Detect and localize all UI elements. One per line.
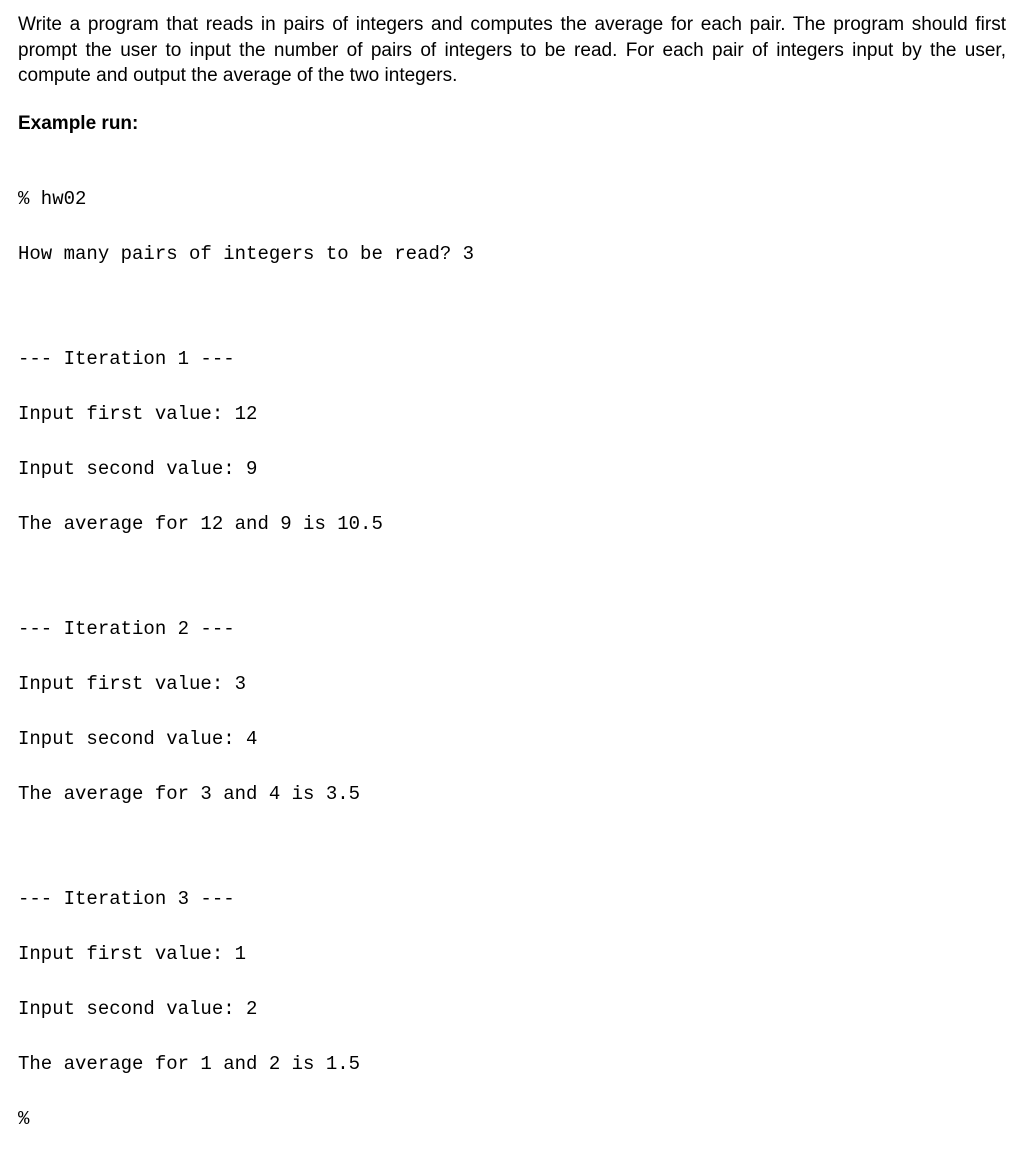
terminal-line: The average for 12 and 9 is 10.5 bbox=[18, 511, 1006, 539]
terminal-line: The average for 1 and 2 is 1.5 bbox=[18, 1051, 1006, 1079]
terminal-line: Input first value: 3 bbox=[18, 671, 1006, 699]
terminal-line: % hw02 bbox=[18, 186, 1006, 214]
example-run-heading: Example run: bbox=[18, 111, 1006, 137]
terminal-line: Input second value: 4 bbox=[18, 726, 1006, 754]
terminal-line: Input first value: 12 bbox=[18, 401, 1006, 429]
terminal-line: Input second value: 2 bbox=[18, 996, 1006, 1024]
terminal-line: --- Iteration 3 --- bbox=[18, 886, 1006, 914]
terminal-line: Input second value: 9 bbox=[18, 456, 1006, 484]
problem-description: Write a program that reads in pairs of i… bbox=[18, 12, 1006, 89]
terminal-line: --- Iteration 2 --- bbox=[18, 616, 1006, 644]
terminal-line: % bbox=[18, 1106, 1006, 1134]
terminal-output: % hw02 How many pairs of integers to be … bbox=[18, 159, 1006, 1162]
terminal-line: How many pairs of integers to be read? 3 bbox=[18, 241, 1006, 269]
terminal-line: Input first value: 1 bbox=[18, 941, 1006, 969]
terminal-line: The average for 3 and 4 is 3.5 bbox=[18, 781, 1006, 809]
terminal-line: --- Iteration 1 --- bbox=[18, 346, 1006, 374]
